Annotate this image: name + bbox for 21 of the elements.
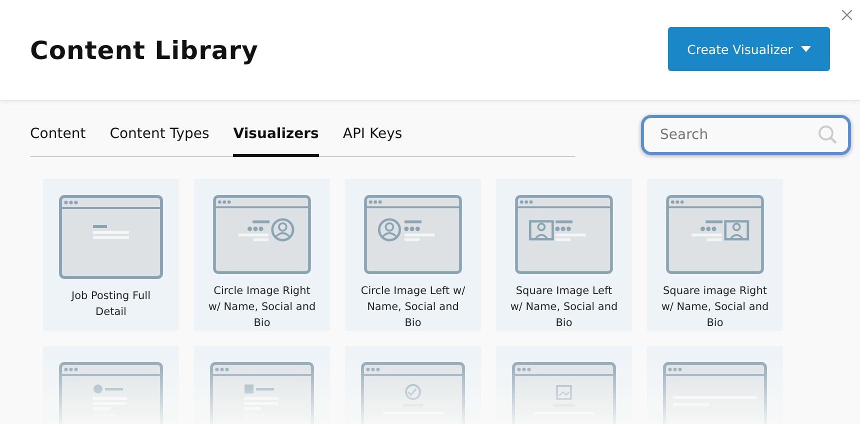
visualizer-card[interactable]: Circle Image Right w/ Name, Social and Bio: [194, 179, 330, 331]
card-label: Square Image Left w/ Name, Social and Bio: [509, 284, 619, 331]
visualizer-card[interactable]: Square image Right w/ Name, Social and Bio: [647, 179, 783, 331]
tab[interactable]: Content: [30, 126, 86, 157]
search-icon: [818, 125, 838, 145]
page-title: Content Library: [30, 36, 260, 64]
card-label: Job Posting Full Detail: [70, 289, 152, 320]
search-field[interactable]: Search: [641, 115, 851, 155]
tab[interactable]: Visualizers: [233, 126, 319, 157]
card-label: Square image Right w/ Name, Social and Bio: [660, 284, 770, 331]
visualizer-card[interactable]: Circle Image Left w/ Name, Social and Bio: [345, 179, 481, 331]
card-label: Circle Image Left w/ Name, Social and Bio: [360, 284, 466, 331]
card-label: Circle Image Right w/ Name, Social and Bio: [207, 284, 317, 331]
create-visualizer-button[interactable]: Create Visualizer: [668, 27, 830, 71]
close-icon[interactable]: [842, 10, 852, 20]
search-input[interactable]: Search: [658, 126, 818, 144]
tab[interactable]: Content Types: [110, 126, 210, 157]
caret-icon: [800, 46, 811, 52]
visualizer-card[interactable]: Job Posting Full Detail: [43, 179, 179, 331]
visualizer-card[interactable]: Square Image Left w/ Name, Social and Bio: [496, 179, 632, 331]
tab[interactable]: API Keys: [342, 126, 402, 157]
